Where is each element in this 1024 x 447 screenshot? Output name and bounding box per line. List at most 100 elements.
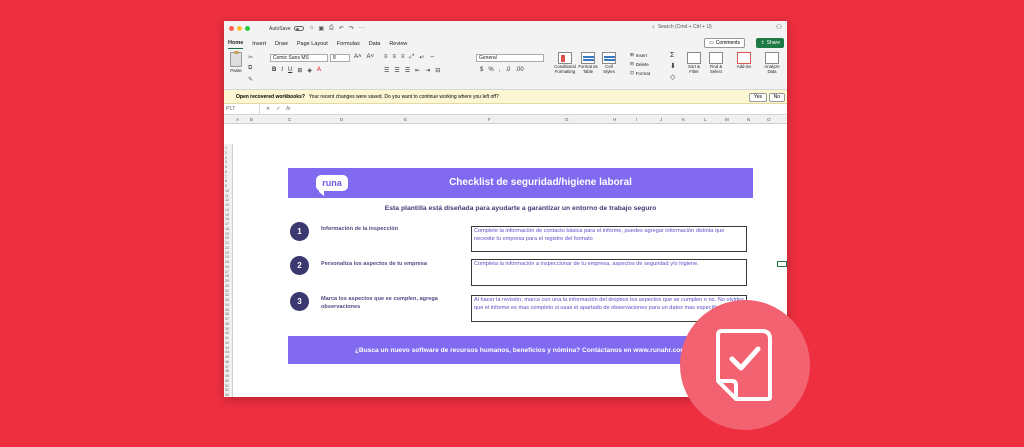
row-header[interactable]: 1 [225, 146, 227, 150]
row-header[interactable]: 36 [225, 312, 229, 316]
row-header[interactable]: 51 [225, 384, 229, 388]
column-header[interactable]: E [404, 117, 407, 122]
font-size-select[interactable]: 8 [330, 54, 350, 62]
align-bottom-icon[interactable]: ≡ [401, 54, 405, 61]
minimize-window-button[interactable] [237, 26, 242, 31]
row-header[interactable]: 30 [225, 284, 229, 288]
increase-decimal-icon[interactable]: .0 [505, 67, 510, 73]
print-icon[interactable]: ⎙ [329, 25, 334, 32]
insert-cells-button[interactable]: ⊞ Insert [630, 52, 650, 58]
row-header[interactable]: 7 [225, 175, 227, 179]
column-header[interactable]: I [636, 117, 637, 122]
row-header[interactable]: 3 [225, 156, 227, 160]
borders-icon[interactable]: ⊞ [297, 67, 302, 74]
row-header[interactable]: 39 [225, 327, 229, 331]
font-name-select[interactable]: Comic Sans MS [270, 54, 328, 62]
align-top-icon[interactable]: ≡ [384, 54, 388, 61]
column-header[interactable]: G [565, 117, 569, 122]
row-header[interactable]: 22 [225, 246, 229, 250]
row-header[interactable]: 29 [225, 279, 229, 283]
format-as-table-button[interactable]: Format as Table [578, 52, 598, 75]
align-middle-icon[interactable]: ≡ [393, 54, 397, 61]
row-header[interactable]: 13 [225, 203, 229, 207]
row-header[interactable]: 27 [225, 270, 229, 274]
indent-increase-icon[interactable]: ⇥ [425, 67, 430, 74]
column-header[interactable]: A [236, 117, 239, 122]
row-header[interactable]: 11 [225, 194, 229, 198]
row-header[interactable]: 28 [225, 274, 229, 278]
close-window-button[interactable] [229, 26, 234, 31]
paste-button[interactable]: Paste [228, 51, 244, 73]
sort-filter-button[interactable]: Sort & Filter [684, 52, 704, 75]
italic-icon[interactable]: I [281, 67, 283, 74]
row-header[interactable]: 41 [225, 336, 229, 340]
tab-draw[interactable]: Draw [275, 41, 288, 49]
search-box[interactable]: ⌕ Search (Cmd + Ctrl + U) [652, 24, 712, 30]
font-color-icon[interactable]: A [317, 67, 321, 74]
row-header[interactable]: 37 [225, 317, 229, 321]
addins-button[interactable]: Add-ins [734, 52, 754, 70]
column-header[interactable]: F [488, 117, 491, 122]
row-header[interactable]: 12 [225, 198, 229, 202]
step-description-cell[interactable]: Completa la información a inspeccionar d… [471, 259, 747, 286]
row-header[interactable]: 48 [225, 369, 229, 373]
tab-review[interactable]: Review [389, 41, 407, 49]
row-header[interactable]: 18 [225, 227, 229, 231]
column-header[interactable]: D [340, 117, 343, 122]
row-header[interactable]: 33 [225, 298, 229, 302]
cancel-icon[interactable]: ✕ [266, 106, 270, 112]
account-icon[interactable]: ⚇ [776, 23, 782, 31]
autosum-icon[interactable]: Σ [670, 52, 676, 59]
yes-button[interactable]: Yes [748, 92, 767, 102]
row-header[interactable]: 46 [225, 360, 229, 364]
selected-cell[interactable] [777, 261, 787, 267]
align-left-icon[interactable]: ☰ [384, 67, 389, 74]
align-center-icon[interactable]: ☰ [394, 67, 399, 74]
align-right-icon[interactable]: ☰ [405, 67, 410, 74]
row-header[interactable]: 15 [225, 213, 229, 217]
column-header[interactable]: O [767, 117, 771, 122]
column-header[interactable]: N [747, 117, 750, 122]
row-header[interactable]: 49 [225, 374, 229, 378]
row-header[interactable]: 32 [225, 293, 229, 297]
autosave-control[interactable]: AutoSave [269, 26, 304, 32]
row-header[interactable]: 16 [225, 217, 229, 221]
column-header[interactable]: M [725, 117, 729, 122]
enter-icon[interactable]: ✓ [276, 106, 280, 112]
tab-formulas[interactable]: Formulas [337, 41, 360, 49]
row-header[interactable]: 5 [225, 165, 227, 169]
column-header[interactable]: H [613, 117, 616, 122]
row-header[interactable]: 6 [225, 170, 227, 174]
row-header[interactable]: 47 [225, 365, 229, 369]
row-header[interactable]: 38 [225, 322, 229, 326]
tab-data[interactable]: Data [369, 41, 381, 49]
percent-icon[interactable]: % [488, 67, 493, 73]
row-header[interactable]: 44 [225, 350, 229, 354]
tab-page-layout[interactable]: Page Layout [297, 41, 328, 49]
fill-icon[interactable]: ⬇ [670, 62, 676, 70]
row-header[interactable]: 42 [225, 341, 229, 345]
share-button[interactable]: ⇪ Share [756, 38, 784, 48]
step-description-cell[interactable]: Complete la información de contacto bási… [471, 226, 747, 252]
maximize-window-button[interactable] [245, 26, 250, 31]
indent-decrease-icon[interactable]: ⇤ [415, 67, 420, 74]
column-header[interactable]: B [250, 117, 253, 122]
fill-color-icon[interactable]: ◈ [307, 67, 312, 74]
decrease-font-icon[interactable]: A˅ [367, 54, 375, 60]
format-cells-button[interactable]: ⊡ Format [630, 70, 650, 76]
save-icon[interactable]: ▣ [318, 25, 324, 32]
row-header[interactable]: 25 [225, 260, 229, 264]
underline-icon[interactable]: U [288, 67, 292, 74]
undo-icon[interactable]: ↶ [339, 25, 344, 32]
orientation-icon[interactable]: ⤢ [410, 54, 415, 61]
decrease-decimal-icon[interactable]: .00 [515, 67, 523, 73]
home-icon[interactable]: ⌂ [310, 25, 314, 32]
name-box[interactable]: P17 [224, 104, 260, 114]
no-button[interactable]: No [768, 92, 785, 102]
row-header[interactable]: 10 [225, 189, 229, 193]
column-header[interactable]: C [288, 117, 291, 122]
more-icon[interactable]: ··· [359, 25, 365, 32]
comments-button[interactable]: ▭ Comments [704, 38, 745, 48]
conditional-formatting-button[interactable]: Conditional Formatting [554, 52, 576, 75]
row-header[interactable]: 17 [225, 222, 229, 226]
